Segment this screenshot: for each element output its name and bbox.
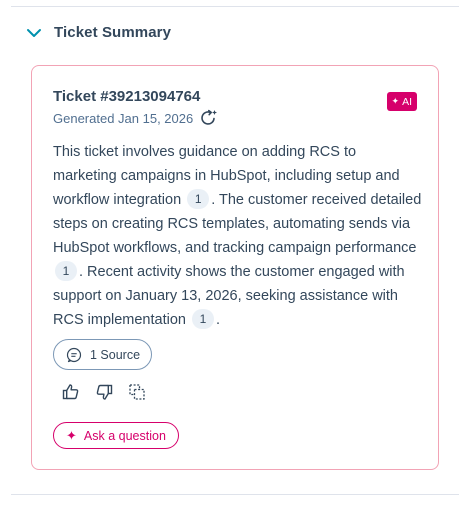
copy-icon[interactable] (127, 382, 147, 402)
chevron-down-icon (27, 28, 41, 37)
thumbs-up-icon[interactable] (61, 382, 81, 402)
regenerate-sparkle-icon[interactable] (199, 108, 219, 128)
section-title: Ticket Summary (54, 24, 172, 41)
ticket-summary-card: Ticket #39213094764 ✦ AI Generated Jan 1… (31, 65, 439, 470)
sparkle-icon: ✦ (66, 427, 77, 443)
sources-button[interactable]: 1 Source (53, 339, 153, 370)
citation-badge[interactable]: 1 (187, 189, 210, 209)
ai-badge-label: AI (402, 95, 412, 108)
thumbs-down-icon[interactable] (94, 382, 114, 402)
top-divider (11, 6, 459, 7)
summary-part-3: . Recent activity shows the customer eng… (53, 264, 405, 328)
ask-a-question-button[interactable]: ✦ Ask a question (53, 422, 179, 449)
ai-badge: ✦ AI (386, 92, 417, 111)
bottom-divider (11, 494, 459, 495)
citation-badge[interactable]: 1 (192, 309, 215, 329)
ticket-title: Ticket #39213094764 (53, 88, 201, 105)
summary-text: This ticket involves guidance on adding … (53, 140, 423, 332)
generated-date: Generated Jan 15, 2026 (53, 110, 194, 126)
summary-part-4: . (216, 312, 221, 328)
generated-row: Generated Jan 15, 2026 (53, 108, 219, 128)
sparkle-icon: ✦ (391, 96, 400, 106)
feedback-row (61, 382, 147, 402)
sources-button-label: 1 Source (90, 347, 141, 362)
citation-badge[interactable]: 1 (55, 261, 77, 281)
ask-a-question-label: Ask a question (83, 428, 166, 443)
source-chat-icon (66, 347, 82, 362)
ticket-summary-toggle[interactable]: Ticket Summary (26, 24, 171, 41)
